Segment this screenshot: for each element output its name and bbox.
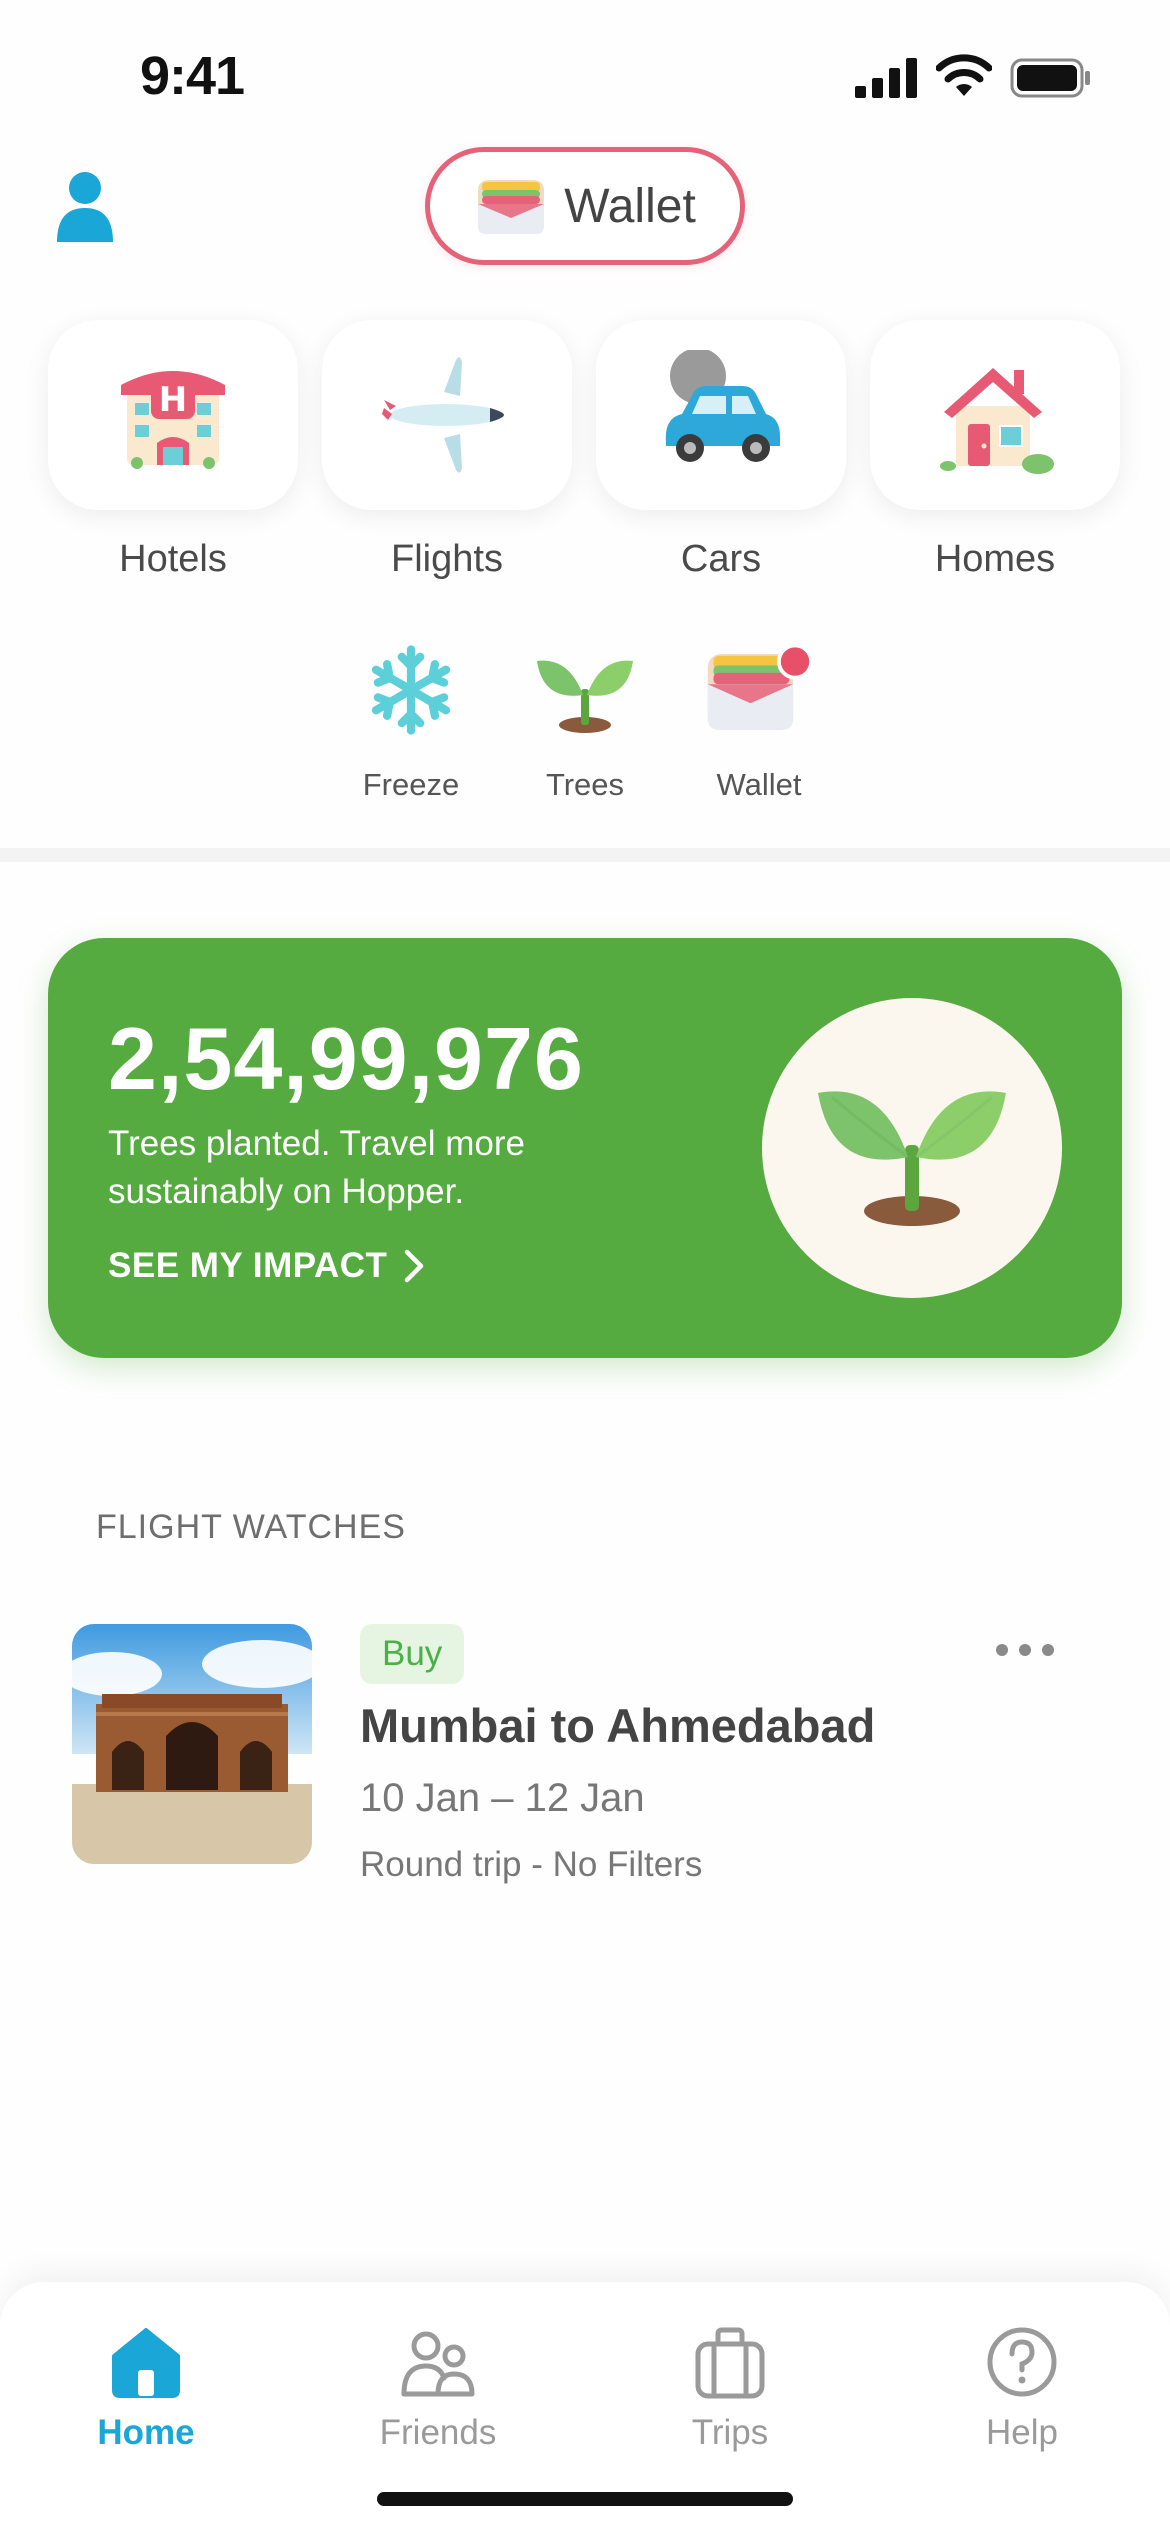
tab-home[interactable]: Home bbox=[46, 2322, 246, 2453]
notification-dot bbox=[777, 643, 814, 680]
status-bar: 9:41 bbox=[0, 0, 1170, 150]
status-time: 9:41 bbox=[140, 46, 245, 106]
home-screen: 9:41 Wallet H Hotels Flights Cars Homes … bbox=[0, 0, 1170, 2532]
watch-dates: 10 Jan – 12 Jan bbox=[360, 1776, 645, 1820]
tab-trips-label: Trips bbox=[691, 2413, 769, 2452]
suitcase-icon bbox=[695, 2327, 765, 2399]
flight-watches-title: FLIGHT WATCHES bbox=[96, 1508, 406, 1546]
airplane-icon bbox=[382, 357, 504, 473]
destination-thumbnail bbox=[72, 1624, 312, 1864]
category-hotels-label: Hotels bbox=[119, 538, 227, 580]
snowflake-icon bbox=[371, 645, 451, 735]
sprout-icon bbox=[537, 660, 633, 733]
home-icon bbox=[112, 2328, 180, 2398]
hotel-icon: H bbox=[121, 371, 225, 469]
tab-help[interactable]: Help bbox=[922, 2322, 1122, 2453]
sprout-icon bbox=[818, 1091, 1006, 1226]
tab-home-label: Home bbox=[97, 2413, 195, 2452]
category-cars-tile[interactable] bbox=[596, 320, 846, 510]
profile-icon[interactable] bbox=[55, 170, 115, 242]
tab-friends-label: Friends bbox=[379, 2413, 497, 2452]
shortcut-trees-label: Trees bbox=[545, 767, 625, 802]
friends-icon bbox=[401, 2331, 475, 2397]
shortcut-wallet[interactable]: Wallet bbox=[689, 635, 829, 803]
trees-planted-count: 2,54,99,976 bbox=[108, 1009, 584, 1108]
buy-badge: Buy bbox=[360, 1624, 465, 1684]
category-flights-tile[interactable] bbox=[322, 320, 572, 510]
shortcut-freeze-label: Freeze bbox=[362, 767, 460, 802]
wallet-icon bbox=[478, 180, 545, 234]
wallet-icon bbox=[707, 643, 814, 730]
wifi-icon bbox=[936, 54, 992, 96]
wallet-button-label: Wallet bbox=[564, 179, 696, 233]
car-icon bbox=[665, 350, 780, 462]
watch-trip-type: Round trip - No Filters bbox=[360, 1845, 703, 1884]
cellular-signal-icon bbox=[855, 58, 917, 98]
wallet-button[interactable]: Wallet bbox=[425, 147, 745, 265]
battery-icon bbox=[1010, 58, 1090, 98]
shortcut-freeze[interactable]: Freeze bbox=[341, 635, 481, 803]
impact-card[interactable]: 2,54,99,976 Trees planted. Travel more s… bbox=[48, 938, 1122, 1358]
house-icon bbox=[940, 368, 1054, 474]
shortcut-wallet-label: Wallet bbox=[716, 767, 802, 802]
category-homes-tile[interactable] bbox=[870, 320, 1120, 510]
help-icon bbox=[987, 2327, 1057, 2397]
category-cars-label: Cars bbox=[680, 538, 762, 580]
category-homes-label: Homes bbox=[934, 538, 1056, 580]
tab-friends[interactable]: Friends bbox=[338, 2322, 538, 2453]
tab-help-label: Help bbox=[986, 2413, 1058, 2452]
impact-illustration bbox=[762, 998, 1062, 1298]
tab-trips[interactable]: Trips bbox=[630, 2322, 830, 2453]
see-my-impact-label: SEE MY IMPACT bbox=[108, 1246, 388, 1285]
category-hotels-tile[interactable]: H bbox=[48, 320, 298, 510]
impact-description: Trees planted. Travel more sustainably o… bbox=[108, 1124, 525, 1211]
category-flights-label: Flights bbox=[391, 538, 503, 580]
chevron-right-icon bbox=[405, 1249, 424, 1283]
svg-text:H: H bbox=[159, 380, 187, 420]
more-options-icon[interactable] bbox=[990, 1628, 1060, 1672]
watch-route: Mumbai to Ahmedabad bbox=[360, 1699, 876, 1752]
home-indicator bbox=[377, 2492, 793, 2506]
shortcut-trees[interactable]: Trees bbox=[515, 635, 655, 803]
see-my-impact-link[interactable]: SEE MY IMPACT bbox=[108, 1246, 425, 1286]
section-divider bbox=[0, 848, 1170, 862]
